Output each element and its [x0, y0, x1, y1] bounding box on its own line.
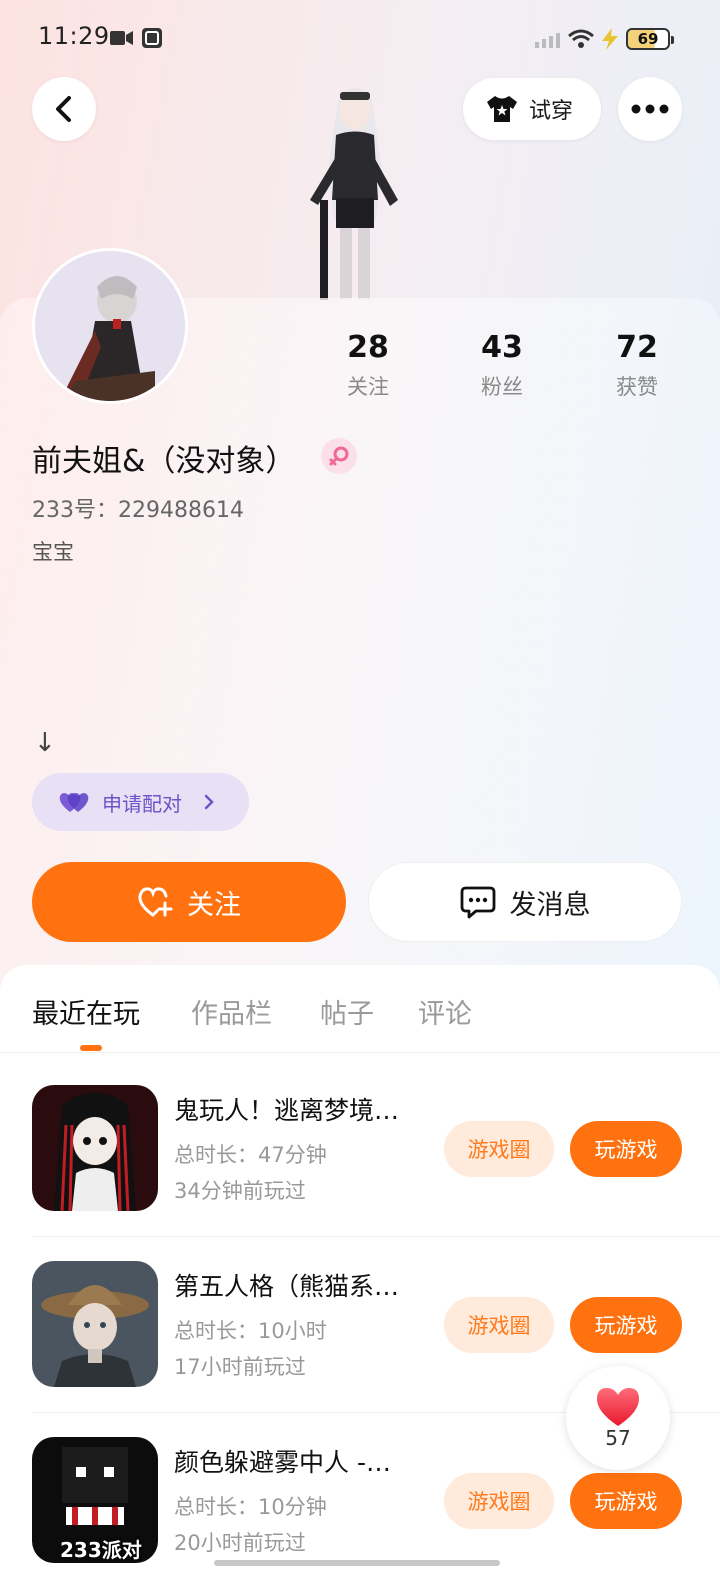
app-notification-icon [142, 28, 162, 48]
request-pair-button[interactable]: 申请配对 [32, 773, 249, 831]
game-last-played: 20小时前玩过 [174, 1531, 306, 1555]
game-last-played: 17小时前玩过 [174, 1355, 306, 1379]
stat-followers-label: 粉丝 [481, 375, 523, 399]
game-thumbnail[interactable] [32, 1261, 158, 1387]
game-duration: 总时长：10小时 [174, 1319, 327, 1343]
stat-following-label: 关注 [347, 375, 389, 399]
stat-following-count: 28 [347, 330, 389, 365]
more-dots-icon [631, 104, 669, 114]
more-options-button[interactable] [618, 77, 682, 141]
game-circle-button[interactable]: 游戏圈 [444, 1297, 554, 1353]
avatar[interactable] [32, 248, 188, 404]
row-divider [32, 1236, 720, 1237]
username: 前夫姐&（没对象） [32, 444, 296, 479]
wifi-icon [568, 29, 594, 48]
chevron-right-icon [204, 794, 214, 810]
video-camera-icon [110, 31, 133, 45]
game-circle-button[interactable]: 游戏圈 [444, 1121, 554, 1177]
follow-label: 关注 [187, 889, 241, 921]
game-duration: 总时长：47分钟 [174, 1143, 327, 1167]
try-on-label: 试穿 [529, 99, 574, 124]
follow-button[interactable]: 关注 [32, 862, 346, 942]
game-title: 颜色躲避雾中人 -… [174, 1448, 391, 1477]
female-symbol-icon [329, 446, 349, 466]
status-time: 11:29 [38, 22, 110, 50]
game-thumbnail[interactable] [32, 1085, 158, 1211]
avatar-image [35, 251, 185, 401]
game-title: 第五人格（熊猫系… [174, 1272, 400, 1301]
send-message-label: 发消息 [509, 889, 591, 921]
game-title: 鬼玩人！逃离梦境… [174, 1096, 400, 1125]
heart-icon [597, 1388, 639, 1426]
home-indicator[interactable] [214, 1560, 500, 1566]
stat-likes[interactable]: 72 获赞 [587, 330, 687, 401]
stat-followers-count: 43 [481, 330, 523, 365]
tab-active-indicator [80, 1045, 102, 1051]
like-float-button[interactable]: 57 [566, 1366, 670, 1470]
game-thumbnail[interactable]: 233派对 [32, 1437, 158, 1563]
game-list-item[interactable]: 鬼玩人！逃离梦境… 总时长：47分钟 34分钟前玩过 游戏圈 玩游戏 [0, 1085, 720, 1261]
play-game-button[interactable]: 玩游戏 [570, 1297, 682, 1353]
charging-bolt-icon [602, 28, 618, 50]
user-bio: 宝宝 [32, 540, 74, 564]
tshirt-icon [487, 96, 517, 122]
tab-recently-played[interactable]: 最近在玩 [32, 992, 140, 1031]
game-duration: 总时长：10分钟 [174, 1495, 327, 1519]
back-button[interactable] [32, 77, 96, 141]
chevron-left-icon [56, 96, 71, 122]
stat-following[interactable]: 28 关注 [318, 330, 418, 401]
tab-posts[interactable]: 帖子 [320, 992, 374, 1031]
request-pair-label: 申请配对 [102, 791, 182, 816]
play-game-button[interactable]: 玩游戏 [570, 1473, 682, 1529]
bio-arrow-down: ↓ [34, 728, 56, 758]
battery-indicator: 69 [626, 28, 674, 50]
play-game-button[interactable]: 玩游戏 [570, 1121, 682, 1177]
tab-divider [0, 1052, 720, 1053]
avatar-3d-figure[interactable] [290, 80, 420, 300]
tab-comments[interactable]: 评论 [418, 992, 472, 1031]
signal-icon [535, 33, 560, 48]
heart-plus-icon [138, 887, 173, 917]
gender-female-badge [321, 438, 357, 474]
like-count: 57 [605, 1426, 631, 1450]
try-on-button[interactable]: 试穿 [463, 78, 601, 140]
game-circle-button[interactable]: 游戏圈 [444, 1473, 554, 1529]
stat-likes-count: 72 [616, 330, 658, 365]
user-id: 233号：229488614 [32, 498, 244, 523]
tab-works[interactable]: 作品栏 [191, 992, 272, 1031]
stat-followers[interactable]: 43 粉丝 [452, 330, 552, 401]
double-heart-icon [59, 793, 89, 812]
game-thumbnail-label: 233派对 [60, 1538, 142, 1562]
send-message-button[interactable]: 发消息 [368, 862, 682, 942]
stat-likes-label: 获赞 [616, 375, 658, 399]
chat-bubble-icon [460, 886, 495, 919]
game-last-played: 34分钟前玩过 [174, 1179, 306, 1203]
